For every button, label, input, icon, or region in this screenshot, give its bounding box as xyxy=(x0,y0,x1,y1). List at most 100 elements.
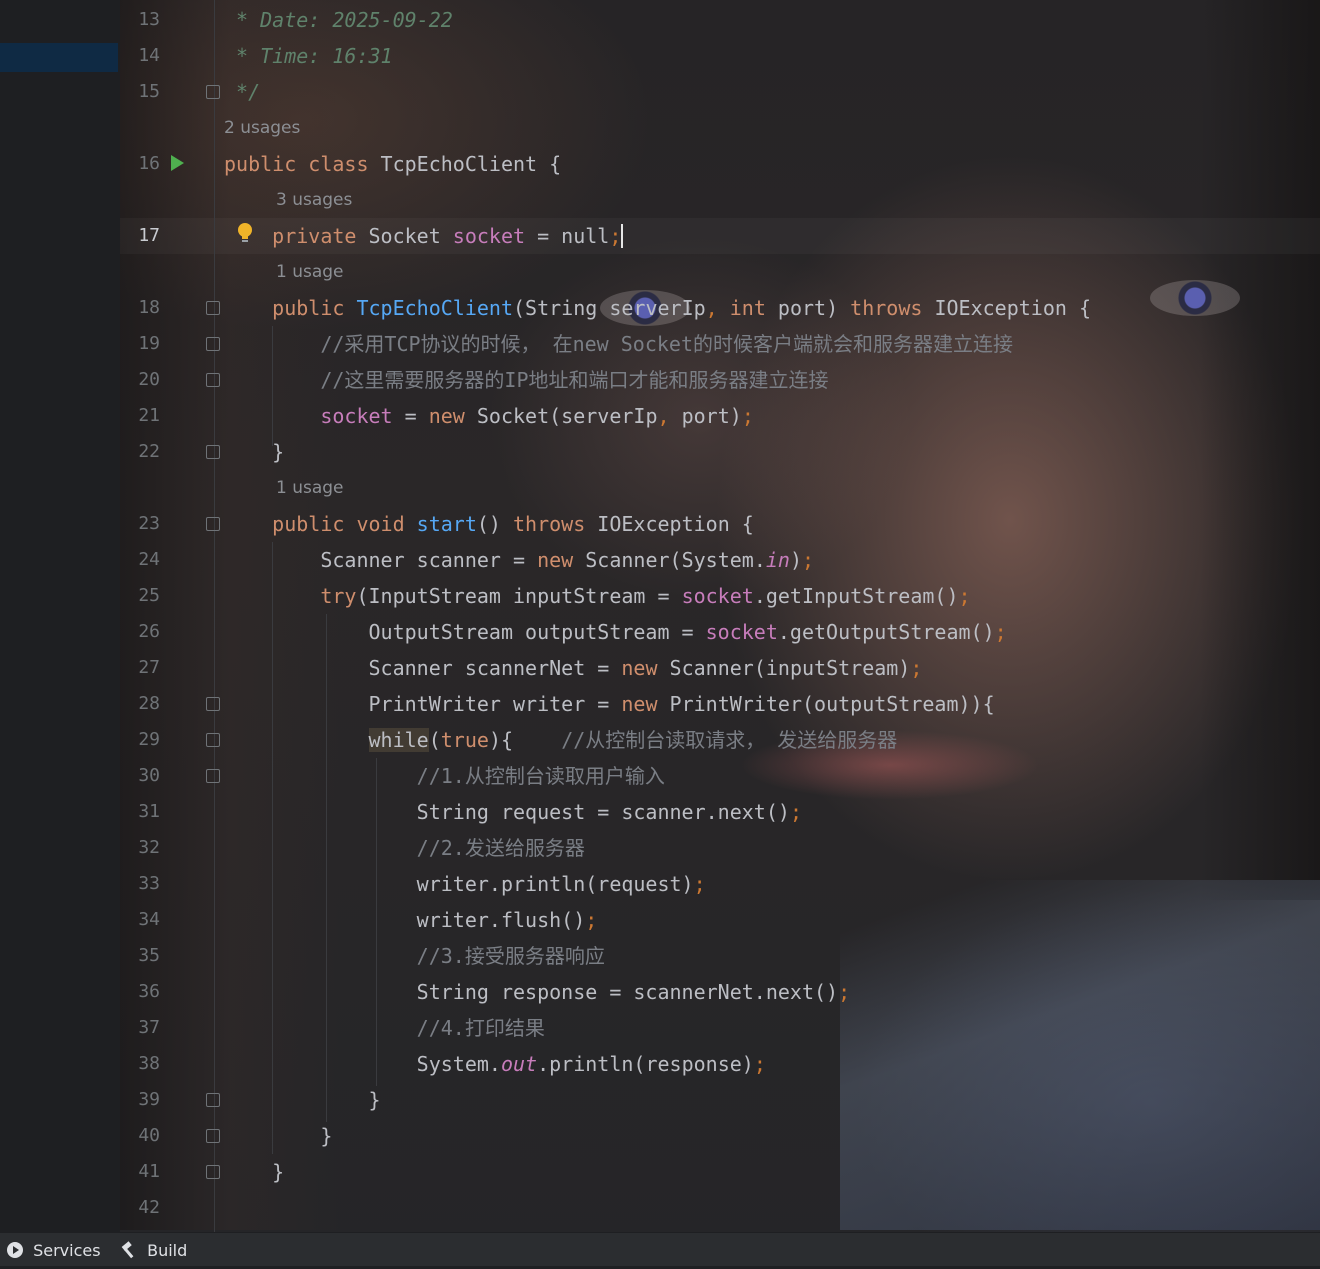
code-line[interactable]: //2.发送给服务器 xyxy=(224,830,585,866)
code-line[interactable]: private Socket socket = null; xyxy=(224,218,624,254)
code-token: OutputStream outputStream = xyxy=(224,620,706,644)
line-number[interactable]: 32 xyxy=(120,830,160,866)
fold-icon[interactable] xyxy=(206,769,220,783)
line-number[interactable]: 38 xyxy=(120,1046,160,1082)
code-token: */ xyxy=(224,80,261,104)
code-line[interactable]: //这里需要服务器的IP地址和端口才能和服务器建立连接 xyxy=(224,362,828,398)
line-number[interactable]: 40 xyxy=(120,1118,160,1154)
code-token: //采用TCP协议的时候， 在new Socket的时候客户端就会和服务器建立连… xyxy=(224,332,1013,356)
code-line[interactable]: writer.flush(); xyxy=(224,902,598,938)
code-token: writer.println(request) xyxy=(224,872,694,896)
line-number[interactable]: 24 xyxy=(120,542,160,578)
code-token: String response = scannerNet.next() xyxy=(224,980,839,1004)
code-line[interactable]: writer.println(request); xyxy=(224,866,706,902)
code-line[interactable]: while(true){ //从控制台读取请求， 发送给服务器 xyxy=(224,722,897,758)
code-line[interactable]: * Time: 16:31 xyxy=(224,38,393,74)
line-number[interactable]: 18 xyxy=(120,290,160,326)
line-number[interactable]: 41 xyxy=(120,1154,160,1190)
usages-hint[interactable]: 3 usages xyxy=(276,190,352,210)
line-number[interactable]: 34 xyxy=(120,902,160,938)
code-line[interactable]: } xyxy=(224,1154,284,1190)
build-tool-window-button[interactable]: Build xyxy=(120,1233,187,1266)
code-line[interactable]: Scanner scannerNet = new Scanner(inputSt… xyxy=(224,650,922,686)
code-line[interactable]: socket = new Socket(serverIp, port); xyxy=(224,398,754,434)
code-line[interactable]: PrintWriter writer = new PrintWriter(out… xyxy=(224,686,994,722)
line-number[interactable]: 36 xyxy=(120,974,160,1010)
code-line[interactable]: try(InputStream inputStream = socket.get… xyxy=(224,578,971,614)
line-number[interactable]: 30 xyxy=(120,758,160,794)
fold-icon[interactable] xyxy=(206,1093,220,1107)
status-bar: Services Build xyxy=(0,1232,1320,1266)
line-number[interactable]: 20 xyxy=(120,362,160,398)
code-line[interactable]: //3.接受服务器响应 xyxy=(224,938,605,974)
code-token: in xyxy=(765,548,790,572)
line-number[interactable]: 23 xyxy=(120,506,160,542)
line-number[interactable]: 15 xyxy=(120,74,160,110)
code-line[interactable]: //采用TCP协议的时候， 在new Socket的时候客户端就会和服务器建立连… xyxy=(224,326,1013,362)
fold-icon[interactable] xyxy=(206,85,220,99)
code-line[interactable]: } xyxy=(224,434,284,470)
usages-hint[interactable]: 2 usages xyxy=(224,118,300,138)
code-line[interactable]: public TcpEchoClient(String serverIp, in… xyxy=(224,290,1091,326)
line-number[interactable]: 33 xyxy=(120,866,160,902)
code-line[interactable]: String response = scannerNet.next(); xyxy=(224,974,850,1010)
line-number[interactable]: 27 xyxy=(120,650,160,686)
code-token: ; xyxy=(958,584,971,608)
line-number[interactable]: 19 xyxy=(120,326,160,362)
line-number[interactable]: 28 xyxy=(120,686,160,722)
line-number[interactable]: 37 xyxy=(120,1010,160,1046)
code-line[interactable]: } xyxy=(224,1118,332,1154)
code-line[interactable]: public void start() throws IOException { xyxy=(224,506,754,542)
run-icon[interactable] xyxy=(171,155,184,171)
code-token: ( xyxy=(428,728,441,752)
code-token: null xyxy=(561,224,610,248)
fold-icon[interactable] xyxy=(206,373,220,387)
line-number[interactable]: 14 xyxy=(120,38,160,74)
text-caret xyxy=(621,224,624,248)
code-line[interactable]: } xyxy=(224,1082,380,1118)
line-number[interactable]: 13 xyxy=(120,2,160,38)
code-line[interactable]: //4.打印结果 xyxy=(224,1010,545,1046)
line-number[interactable]: 31 xyxy=(120,794,160,830)
line-number[interactable]: 22 xyxy=(120,434,160,470)
code-token: throws xyxy=(513,512,598,536)
fold-icon[interactable] xyxy=(206,697,220,711)
code-token: Scanner(inputStream) xyxy=(669,656,911,680)
line-number[interactable]: 25 xyxy=(120,578,160,614)
code-line[interactable]: //1.从控制台读取用户输入 xyxy=(224,758,665,794)
code-token: TcpEchoClient xyxy=(356,296,513,320)
code-line[interactable]: Scanner scanner = new Scanner(System.in)… xyxy=(224,542,814,578)
line-number[interactable]: 16 xyxy=(120,146,160,182)
code-token: public xyxy=(224,296,357,320)
selected-tree-row[interactable] xyxy=(0,43,118,72)
usages-hint[interactable]: 1 usage xyxy=(276,262,344,282)
code-line[interactable]: */ xyxy=(224,74,260,110)
code-token: start xyxy=(416,512,477,536)
code-line[interactable]: public class TcpEchoClient { xyxy=(224,146,561,182)
line-number[interactable]: 39 xyxy=(120,1082,160,1118)
fold-icon[interactable] xyxy=(206,733,220,747)
fold-icon[interactable] xyxy=(206,301,220,315)
usages-hint[interactable]: 1 usage xyxy=(276,478,344,498)
lightbulb-icon[interactable] xyxy=(236,222,254,246)
code-token: public class xyxy=(224,152,381,176)
services-tool-window-button[interactable]: Services xyxy=(6,1233,101,1266)
code-token: socket xyxy=(452,224,526,248)
line-number[interactable]: 35 xyxy=(120,938,160,974)
fold-icon[interactable] xyxy=(206,1129,220,1143)
code-token: } xyxy=(224,1160,285,1184)
line-number[interactable]: 42 xyxy=(120,1190,160,1226)
fold-icon[interactable] xyxy=(206,337,220,351)
fold-icon[interactable] xyxy=(206,445,220,459)
line-number[interactable]: 21 xyxy=(120,398,160,434)
code-line[interactable]: OutputStream outputStream = socket.getOu… xyxy=(224,614,1006,650)
fold-icon[interactable] xyxy=(206,1165,220,1179)
code-line[interactable]: System.out.println(response); xyxy=(224,1046,766,1082)
line-number[interactable]: 26 xyxy=(120,614,160,650)
line-number[interactable]: 17 xyxy=(120,218,160,254)
code-line[interactable]: String request = scanner.next(); xyxy=(224,794,802,830)
fold-icon[interactable] xyxy=(206,517,220,531)
code-line[interactable]: * Date: 2025-09-22 xyxy=(224,2,453,38)
line-number[interactable]: 29 xyxy=(120,722,160,758)
build-label: Build xyxy=(147,1241,188,1260)
